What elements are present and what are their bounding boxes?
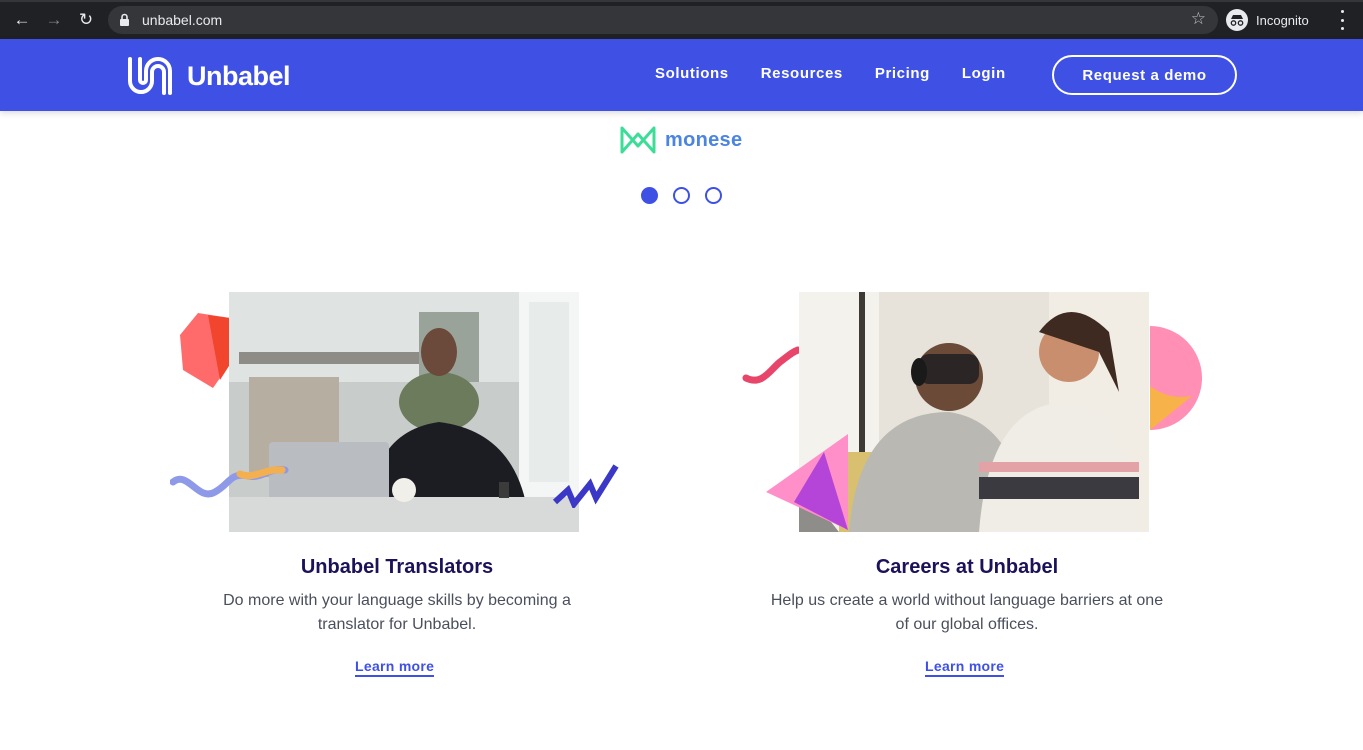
learn-more-link[interactable]: Learn more bbox=[355, 658, 435, 677]
wave-decoration bbox=[742, 346, 802, 384]
squiggle-decoration bbox=[170, 466, 289, 498]
card-description-line: translator for Unbabel. bbox=[317, 616, 477, 633]
nav-solutions[interactable]: Solutions bbox=[655, 65, 729, 82]
nav-login[interactable]: Login bbox=[962, 65, 1006, 82]
lock-icon bbox=[120, 13, 129, 26]
incognito-label: Incognito bbox=[1256, 12, 1309, 28]
carousel-dots bbox=[641, 187, 737, 204]
site-header: Unbabel Solutions Resources Pricing Logi… bbox=[0, 39, 1363, 111]
unbabel-logo[interactable]: Unbabel bbox=[127, 56, 291, 96]
monese-logo-text: monese bbox=[665, 128, 743, 151]
card-description: Do more with your language skills by bec… bbox=[157, 589, 637, 637]
logo-text: Unbabel bbox=[187, 60, 291, 91]
request-demo-button[interactable]: Request a demo bbox=[1052, 55, 1237, 95]
incognito-indicator[interactable]: Incognito bbox=[1226, 7, 1309, 33]
card-description-line: Help us create a world without language … bbox=[770, 592, 1164, 609]
url-text: unbabel.com bbox=[142, 12, 223, 28]
carousel-dot-2[interactable] bbox=[673, 187, 690, 204]
card-title: Unbabel Translators bbox=[300, 556, 494, 578]
learn-more-link[interactable]: Learn more bbox=[925, 658, 1005, 677]
triangle-decoration bbox=[766, 434, 848, 530]
monese-logo-icon bbox=[620, 126, 656, 154]
unbabel-logo-icon bbox=[128, 57, 172, 95]
browser-menu-icon[interactable] bbox=[1336, 10, 1348, 30]
back-arrow-icon[interactable]: ← bbox=[11, 9, 33, 31]
tab-strip bbox=[0, 0, 1363, 2]
incognito-icon bbox=[1226, 9, 1248, 31]
carousel-dot-3[interactable] bbox=[705, 187, 722, 204]
circle-decoration bbox=[1150, 326, 1202, 430]
careers-photo bbox=[799, 292, 1149, 532]
browser-toolbar: ← → ↻ unbabel.com ☆ Incognito bbox=[0, 0, 1363, 39]
nav-pricing[interactable]: Pricing bbox=[875, 65, 930, 82]
zigzag-decoration bbox=[552, 464, 619, 508]
card-title: Careers at Unbabel bbox=[875, 556, 1059, 578]
card-description: Help us create a world without language … bbox=[727, 589, 1207, 637]
nav-resources[interactable]: Resources bbox=[761, 65, 843, 82]
forward-arrow-icon[interactable]: → bbox=[43, 9, 65, 31]
card-description-line: of our global offices. bbox=[895, 616, 1039, 633]
bookmark-star-icon[interactable]: ☆ bbox=[1191, 9, 1206, 29]
main-nav: Solutions Resources Pricing Login bbox=[655, 65, 1038, 82]
monese-logo: monese bbox=[619, 125, 742, 155]
address-bar[interactable]: unbabel.com ☆ bbox=[108, 6, 1218, 34]
card-description-line: Do more with your language skills by bec… bbox=[223, 592, 571, 609]
reload-icon[interactable]: ↻ bbox=[75, 9, 97, 31]
carousel-dot-1[interactable] bbox=[641, 187, 658, 204]
